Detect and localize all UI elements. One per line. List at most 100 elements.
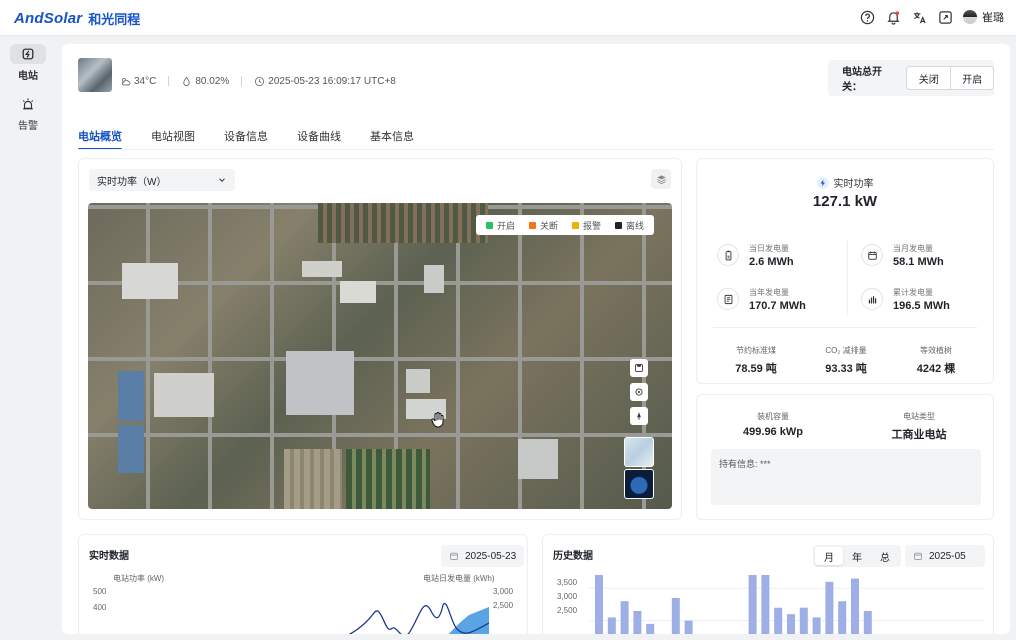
document-icon	[717, 288, 739, 310]
history-bar[interactable]	[595, 575, 603, 634]
nav-item-alarm[interactable]: 告警	[8, 94, 48, 132]
datetime-value: 2025-05-23 16:09:17 UTC+8	[268, 76, 396, 87]
history-bar[interactable]	[863, 610, 872, 634]
station-thumbnail[interactable]	[78, 58, 112, 92]
switch-off-button[interactable]: 关闭	[907, 67, 950, 89]
side-navigation: 电站 告警	[0, 36, 56, 640]
tab-device-curve[interactable]: 设备曲线	[297, 128, 341, 150]
history-bar[interactable]	[646, 623, 655, 634]
layers-button[interactable]	[651, 169, 671, 189]
realtime-data-card: 实时数据 2025-05-23 电站功率 (kW) 电站日发电量 (kWh) 5…	[78, 534, 528, 634]
history-bar[interactable]	[761, 575, 770, 634]
alarm-icon	[10, 94, 46, 114]
satellite-map[interactable]: 开启 关断 报警 离线	[88, 203, 672, 509]
stat-daily-energy: 当日发电量 2.6 MWh	[717, 241, 837, 271]
map-compass-button[interactable]	[630, 407, 648, 425]
station-type: 电站类型 工商业电站	[891, 412, 947, 441]
nav-item-power-station[interactable]: 电站	[8, 44, 48, 82]
legend-swatch	[614, 221, 622, 229]
legend-item-alarm: 报警	[571, 219, 601, 232]
history-bar[interactable]	[851, 578, 859, 634]
map-solar-array	[118, 371, 144, 421]
nav-item-label: 电站	[18, 71, 38, 82]
weather-cloud-sun-icon	[121, 77, 131, 86]
user-menu[interactable]: 崔璐	[963, 9, 1004, 25]
realtime-date-value: 2025-05-23	[465, 550, 517, 562]
period-total-button[interactable]: 总	[871, 547, 899, 565]
left-axis-tick: 500	[93, 587, 107, 596]
installed-capacity: 装机容量 499.96 kWp	[743, 412, 803, 438]
history-bar[interactable]	[812, 617, 821, 634]
station-header: 34°C 80.02% 2025-05-23 16:09:17 UTC+8 电站…	[78, 58, 994, 98]
history-bar[interactable]	[671, 598, 680, 634]
right-axis-label: 电站日发电量 (kWh)	[423, 574, 495, 583]
weather-info: 34°C	[120, 76, 156, 87]
history-bar[interactable]	[633, 610, 642, 634]
history-date-picker[interactable]: 2025-05	[905, 545, 985, 567]
map-locate-button[interactable]	[630, 383, 648, 401]
legend-item-shutdown: 关断	[528, 219, 558, 232]
history-bar[interactable]	[684, 620, 693, 634]
brand-logo[interactable]: AndSolar 和光同程	[14, 9, 140, 28]
realtime-power-value: 127.1 kW	[812, 193, 878, 210]
left-axis-label: 电站功率 (kW)	[113, 574, 165, 583]
map-building	[518, 439, 558, 479]
y-axis-tick: 3,500	[557, 578, 578, 587]
history-bar[interactable]	[607, 617, 616, 634]
notification-bell-icon[interactable]	[885, 9, 901, 25]
station-info-card: 装机容量 499.96 kWp 电站类型 工商业电站 持有信息: ***	[696, 394, 994, 520]
map-building	[302, 261, 342, 277]
y-axis-tick: 2,500	[557, 606, 578, 615]
tab-device-info[interactable]: 设备信息	[224, 128, 268, 150]
eco-coal-saved: 节约标准煤 78.59 吨	[735, 346, 777, 375]
left-axis-tick: 400	[93, 603, 107, 612]
tab-overview[interactable]: 电站概览	[78, 128, 122, 150]
history-bar[interactable]	[825, 581, 834, 634]
history-bar[interactable]	[838, 601, 847, 634]
power-station-icon	[10, 44, 46, 64]
switch-on-button[interactable]: 开启	[950, 67, 993, 89]
humidity-info: 80.02%	[181, 76, 229, 87]
language-translate-icon[interactable]	[911, 9, 927, 25]
map-building	[424, 265, 444, 293]
map-building	[406, 369, 430, 393]
stat-yearly-energy: 当年发电量 170.7 MWh	[717, 285, 837, 315]
basemap-standard-thumbnail[interactable]	[624, 437, 654, 467]
tab-basic-info[interactable]: 基本信息	[370, 128, 414, 150]
battery-icon	[717, 244, 739, 266]
map-panel: 实时功率（W） 开启 关断 报警 离线	[78, 158, 682, 520]
chevron-down-icon	[219, 178, 225, 182]
stats-divider-vertical	[847, 241, 848, 315]
basemap-satellite-thumbnail[interactable]	[624, 469, 654, 499]
map-building	[122, 263, 178, 299]
station-tabs: 电站概览 电站视图 设备信息 设备曲线 基本信息	[78, 128, 414, 150]
history-date-value: 2025-05	[929, 550, 966, 562]
help-icon[interactable]	[859, 9, 875, 25]
history-bar[interactable]	[620, 601, 629, 634]
period-year-button[interactable]: 年	[843, 547, 871, 565]
metric-select-value: 实时功率（W）	[97, 176, 167, 188]
stats-divider-horizontal	[713, 327, 977, 328]
lightning-bolt-icon	[816, 176, 829, 189]
nav-item-label: 告警	[18, 121, 38, 132]
realtime-date-picker[interactable]: 2025-05-23	[441, 545, 525, 567]
map-building	[154, 373, 214, 417]
history-bar[interactable]	[748, 575, 757, 634]
history-bar-chart	[589, 575, 985, 634]
calendar-icon	[861, 244, 883, 266]
right-axis-tick: 2,500	[493, 601, 514, 610]
period-month-button[interactable]: 月	[815, 547, 843, 565]
daily-energy-area	[448, 607, 489, 634]
realtime-power-title: 实时功率	[697, 175, 993, 190]
history-bar[interactable]	[774, 607, 783, 634]
tab-station-view[interactable]: 电站视图	[151, 128, 195, 150]
history-bar[interactable]	[787, 614, 795, 634]
locate-target-icon	[635, 388, 643, 396]
map-save-button[interactable]	[630, 359, 648, 377]
history-bar[interactable]	[799, 607, 808, 634]
metric-select[interactable]: 实时功率（W）	[89, 169, 235, 191]
fullscreen-icon[interactable]	[937, 9, 953, 25]
legend-item-on: 开启	[485, 219, 515, 232]
main-content: 34°C 80.02% 2025-05-23 16:09:17 UTC+8 电站…	[62, 44, 1010, 634]
calendar-icon	[450, 552, 458, 560]
